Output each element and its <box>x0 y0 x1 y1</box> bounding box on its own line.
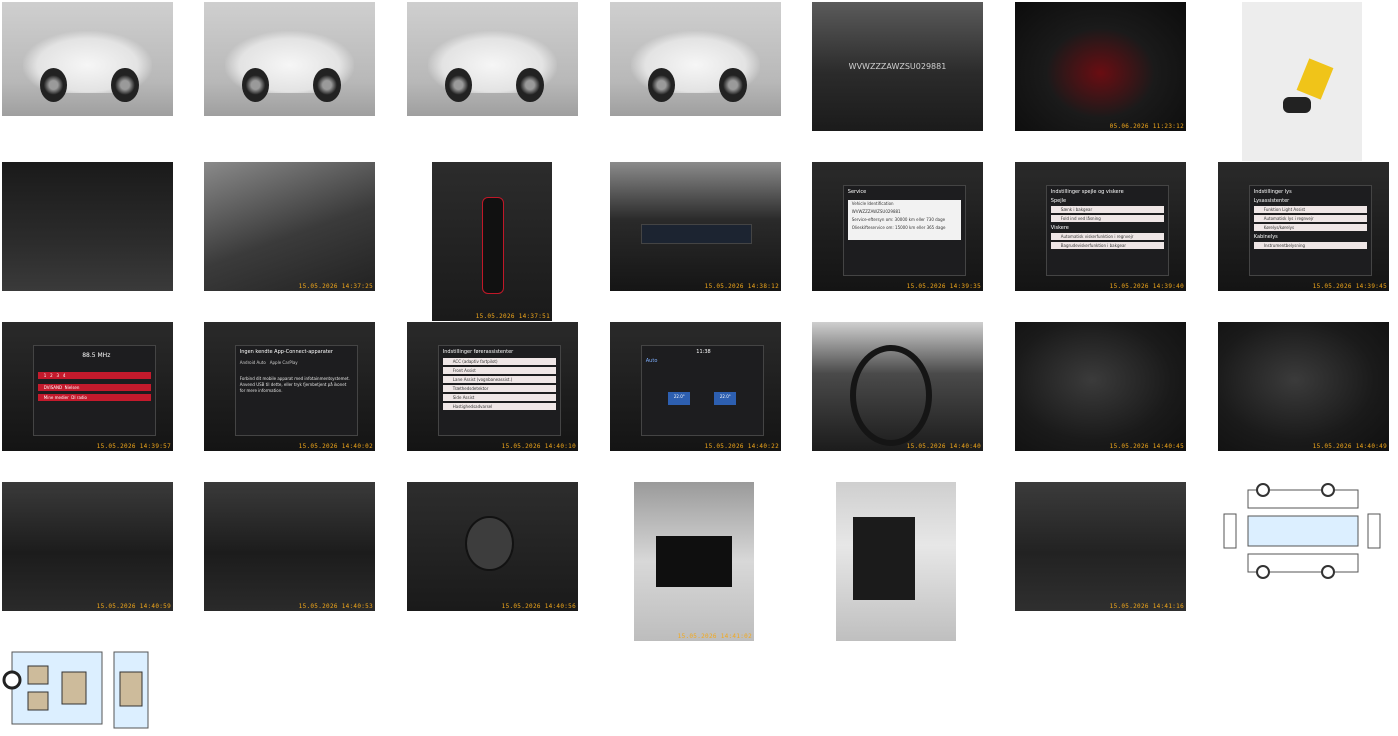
wheel <box>39 68 67 103</box>
photo-rear-door-open[interactable] <box>836 482 956 641</box>
interior-outline-diagram <box>2 651 149 729</box>
infotainment-screen: Indstillinger lys Lysassistenter Funktio… <box>1248 185 1372 276</box>
climate-strip <box>640 223 753 244</box>
radio-frequency: 88.5 MHz <box>82 352 111 360</box>
photo-screen-service[interactable]: Service Vehicle Identification WVWZZZAWZ… <box>812 162 983 291</box>
photo-trunk-open[interactable]: 15.05.2026 14:41:02 <box>634 482 754 641</box>
car-outline-diagram <box>1223 483 1381 579</box>
screen-title: Service <box>847 189 867 196</box>
photo-timestamp: 15.05.2026 14:40:56 <box>501 603 576 610</box>
service-info: Vehicle Identification WVWZZZAWZSU029881… <box>847 200 961 241</box>
photo-indicator-stalk[interactable]: 15.05.2026 14:40:53 <box>204 482 375 611</box>
photo-timestamp: 15.05.2026 14:38:12 <box>704 283 779 290</box>
wheel <box>313 68 341 103</box>
photo-timestamp: 05.06.2026 11:23:12 <box>1109 123 1184 130</box>
photo-timestamp: 15.05.2026 14:41:02 <box>677 633 752 640</box>
car-key <box>1282 97 1311 114</box>
preset-row: 1 2 3 4 <box>37 372 151 380</box>
appconnect-body: Forbind dit mobile apparat med infotainm… <box>239 376 350 394</box>
photo-windshield-vin[interactable]: WVWZZZAWZSU029881 <box>812 2 983 131</box>
trunk-interior <box>655 536 733 587</box>
photo-dashboard[interactable] <box>2 162 173 291</box>
photo-wiper-stalk[interactable]: 15.05.2026 14:40:59 <box>2 482 173 611</box>
photo-timestamp: 15.05.2026 14:39:35 <box>906 283 981 290</box>
wheel <box>516 68 544 103</box>
photo-front-right[interactable] <box>610 2 781 116</box>
light-dial <box>465 515 514 572</box>
photo-interior-passenger[interactable]: 15.05.2026 14:41:16 <box>1015 482 1186 611</box>
steering-wheel <box>849 345 932 446</box>
photo-light-switch[interactable]: 15.05.2026 14:40:56 <box>407 482 578 611</box>
photo-timestamp: 15.05.2026 14:40:59 <box>96 603 171 610</box>
wheel <box>647 68 675 103</box>
wheel <box>111 68 139 103</box>
photo-screen-climate[interactable]: 11:38 Auto 22.0° 22.0° 15.05.2026 14:40:… <box>610 322 781 451</box>
infotainment-screen: 88.5 MHz 1 2 3 4 DVISAND Nielsen Mine me… <box>32 345 156 436</box>
photo-climate-panel[interactable]: 15.05.2026 14:38:12 <box>610 162 781 291</box>
photo-screen-lights[interactable]: Indstillinger lys Lysassistenter Funktio… <box>1218 162 1389 291</box>
damage-diagram-interior[interactable] <box>2 642 152 734</box>
wheel <box>444 68 472 103</box>
photo-timestamp: 15.05.2026 14:37:51 <box>475 313 550 320</box>
photo-steering-wheel[interactable]: 15.05.2026 14:40:40 <box>812 322 983 451</box>
photo-timestamp: 15.05.2026 14:40:40 <box>906 443 981 450</box>
wheel <box>719 68 747 103</box>
photo-screen-assist[interactable]: Indstillinger førerassistenter ACC (adap… <box>407 322 578 451</box>
damage-diagram-exterior[interactable] <box>1218 482 1389 582</box>
screen-title: Ingen kendte App-Connect-apparater <box>239 349 333 356</box>
rear-seat <box>852 516 916 600</box>
photo-rear-right[interactable] <box>407 2 578 116</box>
infotainment-screen: Indstillinger spejle og viskere Spejle S… <box>1045 185 1169 276</box>
infotainment-screen: Ingen kendte App-Connect-apparater Andro… <box>234 345 358 436</box>
screen-title: Indstillinger lys <box>1253 189 1292 196</box>
photo-steering-buttons-right[interactable]: 15.05.2026 14:40:49 <box>1218 322 1389 451</box>
photo-timestamp: 15.05.2026 14:40:22 <box>704 443 779 450</box>
photo-timestamp: 15.05.2026 14:40:10 <box>501 443 576 450</box>
infotainment-screen: Indstillinger førerassistenter ACC (adap… <box>437 345 561 436</box>
screen-title: Indstillinger spejle og viskere <box>1050 189 1124 196</box>
photo-front-left[interactable] <box>2 2 173 116</box>
photo-timestamp: 15.05.2026 14:40:45 <box>1109 443 1184 450</box>
photo-gear-shifter[interactable]: 15.05.2026 14:37:51 <box>432 162 552 321</box>
photo-document-keys[interactable] <box>1242 2 1362 161</box>
infotainment-screen: Service Vehicle Identification WVWZZZAWZ… <box>842 185 966 276</box>
infotainment-screen: 11:38 Auto 22.0° 22.0° <box>640 345 764 436</box>
shifter-knob <box>482 196 504 295</box>
photo-screen-radio[interactable]: 88.5 MHz 1 2 3 4 DVISAND Nielsen Mine me… <box>2 322 173 451</box>
photo-timestamp: 15.05.2026 14:39:40 <box>1109 283 1184 290</box>
photo-headliner[interactable]: 15.05.2026 14:37:25 <box>204 162 375 291</box>
photo-instrument-cluster-odometer[interactable]: 05.06.2026 11:23:12 <box>1015 2 1186 131</box>
photo-timestamp: 15.05.2026 14:40:49 <box>1312 443 1387 450</box>
photo-timestamp: 15.05.2026 14:40:53 <box>298 603 373 610</box>
photo-timestamp: 15.05.2026 14:41:16 <box>1109 603 1184 610</box>
photo-screen-mirrors[interactable]: Indstillinger spejle og viskere Spejle S… <box>1015 162 1186 291</box>
photo-screen-appconnect[interactable]: Ingen kendte App-Connect-apparater Andro… <box>204 322 375 451</box>
photo-timestamp: 15.05.2026 14:39:57 <box>96 443 171 450</box>
photo-timestamp: 15.05.2026 14:37:25 <box>298 283 373 290</box>
wheel <box>241 68 269 103</box>
vin-text: WVWZZZAWZSU029881 <box>848 62 947 71</box>
photo-timestamp: 15.05.2026 14:40:02 <box>298 443 373 450</box>
photo-steering-buttons-left[interactable]: 15.05.2026 14:40:45 <box>1015 322 1186 451</box>
photo-timestamp: 15.05.2026 14:39:45 <box>1312 283 1387 290</box>
photo-rear-left[interactable] <box>204 2 375 116</box>
screen-title: Indstillinger førerassistenter <box>442 349 514 356</box>
